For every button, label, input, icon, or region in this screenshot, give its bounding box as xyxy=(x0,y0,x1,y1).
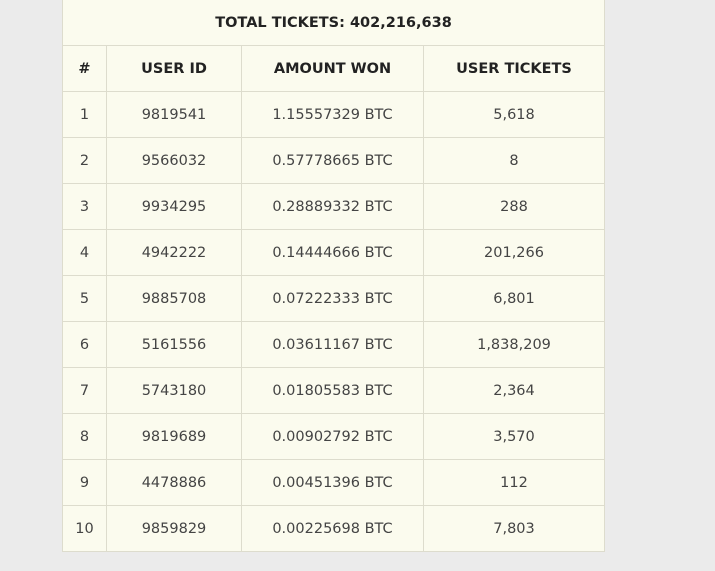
table-row: 4 4942222 0.14444666 BTC 201,266 xyxy=(62,229,605,276)
cell-rank: 2 xyxy=(62,137,107,184)
cell-user-id: 9819689 xyxy=(106,413,242,460)
cell-amount-won: 0.00902792 BTC xyxy=(241,413,424,460)
table-row: 10 9859829 0.00225698 BTC 7,803 xyxy=(62,505,605,552)
cell-amount-won: 0.28889332 BTC xyxy=(241,183,424,230)
cell-rank: 3 xyxy=(62,183,107,230)
cell-user-tickets: 5,618 xyxy=(423,91,605,138)
cell-user-tickets: 201,266 xyxy=(423,229,605,276)
cell-rank: 4 xyxy=(62,229,107,276)
cell-user-tickets: 2,364 xyxy=(423,367,605,414)
cell-amount-won: 0.01805583 BTC xyxy=(241,367,424,414)
winners-table-container: TOTAL TICKETS: 402,216,638 # USER ID AMO… xyxy=(62,0,605,552)
header-amount-won: AMOUNT WON xyxy=(241,45,424,92)
table-row: 6 5161556 0.03611167 BTC 1,838,209 xyxy=(62,321,605,368)
cell-user-tickets: 288 xyxy=(423,183,605,230)
winners-table: TOTAL TICKETS: 402,216,638 # USER ID AMO… xyxy=(62,0,605,552)
cell-user-tickets: 8 xyxy=(423,137,605,184)
total-tickets-label: TOTAL TICKETS: 402,216,638 xyxy=(62,0,605,46)
cell-amount-won: 0.00225698 BTC xyxy=(241,505,424,552)
total-tickets-row: TOTAL TICKETS: 402,216,638 xyxy=(62,0,605,46)
table-row: 1 9819541 1.15557329 BTC 5,618 xyxy=(62,91,605,138)
cell-amount-won: 0.03611167 BTC xyxy=(241,321,424,368)
cell-user-id: 9859829 xyxy=(106,505,242,552)
table-row: 8 9819689 0.00902792 BTC 3,570 xyxy=(62,413,605,460)
cell-user-id: 4942222 xyxy=(106,229,242,276)
cell-rank: 1 xyxy=(62,91,107,138)
cell-user-id: 5161556 xyxy=(106,321,242,368)
cell-rank: 6 xyxy=(62,321,107,368)
cell-user-tickets: 112 xyxy=(423,459,605,506)
header-user-tickets: USER TICKETS xyxy=(423,45,605,92)
cell-user-tickets: 6,801 xyxy=(423,275,605,322)
cell-user-tickets: 1,838,209 xyxy=(423,321,605,368)
cell-amount-won: 0.00451396 BTC xyxy=(241,459,424,506)
cell-rank: 9 xyxy=(62,459,107,506)
cell-rank: 10 xyxy=(62,505,107,552)
cell-rank: 7 xyxy=(62,367,107,414)
table-row: 7 5743180 0.01805583 BTC 2,364 xyxy=(62,367,605,414)
header-user-id: USER ID xyxy=(106,45,242,92)
table-row: 3 9934295 0.28889332 BTC 288 xyxy=(62,183,605,230)
cell-user-id: 5743180 xyxy=(106,367,242,414)
cell-user-tickets: 3,570 xyxy=(423,413,605,460)
cell-user-id: 9934295 xyxy=(106,183,242,230)
header-rank: # xyxy=(62,45,107,92)
table-row: 9 4478886 0.00451396 BTC 112 xyxy=(62,459,605,506)
table-row: 2 9566032 0.57778665 BTC 8 xyxy=(62,137,605,184)
cell-amount-won: 0.07222333 BTC xyxy=(241,275,424,322)
cell-rank: 8 xyxy=(62,413,107,460)
table-header-row: # USER ID AMOUNT WON USER TICKETS xyxy=(62,45,605,92)
cell-user-id: 9885708 xyxy=(106,275,242,322)
cell-rank: 5 xyxy=(62,275,107,322)
cell-amount-won: 0.14444666 BTC xyxy=(241,229,424,276)
cell-amount-won: 0.57778665 BTC xyxy=(241,137,424,184)
cell-user-id: 4478886 xyxy=(106,459,242,506)
cell-user-tickets: 7,803 xyxy=(423,505,605,552)
cell-user-id: 9819541 xyxy=(106,91,242,138)
cell-amount-won: 1.15557329 BTC xyxy=(241,91,424,138)
table-row: 5 9885708 0.07222333 BTC 6,801 xyxy=(62,275,605,322)
cell-user-id: 9566032 xyxy=(106,137,242,184)
